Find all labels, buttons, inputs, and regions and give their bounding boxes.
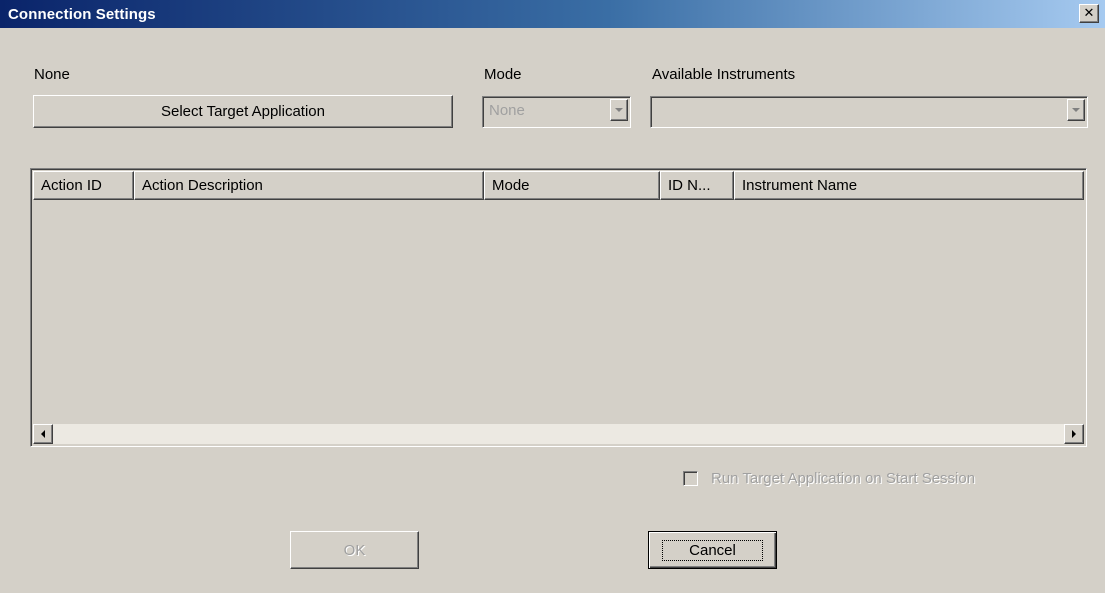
mode-dropdown[interactable]: None bbox=[482, 96, 631, 128]
available-instruments-label: Available Instruments bbox=[652, 66, 796, 83]
cancel-button[interactable]: Cancel bbox=[648, 531, 777, 569]
cancel-button-label: Cancel bbox=[662, 539, 763, 561]
select-target-application-button[interactable]: Select Target Application bbox=[33, 95, 453, 128]
select-target-application-label: Select Target Application bbox=[161, 103, 325, 120]
available-instruments-dropdown[interactable] bbox=[650, 96, 1088, 128]
column-header-action-id[interactable]: Action ID bbox=[33, 171, 134, 200]
mode-label: Mode bbox=[484, 66, 522, 83]
instruments-dropdown-arrow[interactable] bbox=[1067, 99, 1085, 121]
run-on-start-checkbox[interactable] bbox=[683, 471, 698, 486]
ok-button-label: OK bbox=[343, 541, 366, 559]
column-header-mode[interactable]: Mode bbox=[484, 171, 660, 200]
close-icon: ✕ bbox=[1083, 6, 1095, 21]
mode-dropdown-arrow[interactable] bbox=[610, 99, 628, 121]
target-application-label: None bbox=[34, 66, 70, 83]
horizontal-scrollbar[interactable] bbox=[33, 424, 1084, 444]
run-on-start-option[interactable]: Run Target Application on Start Session bbox=[683, 470, 975, 487]
arrow-right-icon bbox=[1072, 430, 1076, 438]
column-header-action-description[interactable]: Action Description bbox=[134, 171, 484, 200]
arrow-left-icon bbox=[41, 430, 45, 438]
actions-table[interactable]: Action ID Action Description Mode ID N..… bbox=[30, 168, 1087, 447]
close-button[interactable]: ✕ bbox=[1079, 4, 1099, 23]
scroll-left-button[interactable] bbox=[33, 424, 53, 444]
chevron-down-icon bbox=[615, 108, 623, 112]
mode-selected-value: None bbox=[489, 102, 525, 119]
ok-button[interactable]: OK bbox=[290, 531, 419, 569]
column-header-instrument-name[interactable]: Instrument Name bbox=[734, 171, 1084, 200]
title-bar[interactable]: Connection Settings ✕ bbox=[0, 0, 1105, 28]
table-header: Action ID Action Description Mode ID N..… bbox=[33, 171, 1084, 200]
chevron-down-icon bbox=[1072, 108, 1080, 112]
scroll-right-button[interactable] bbox=[1064, 424, 1084, 444]
window-title: Connection Settings bbox=[8, 5, 156, 23]
run-on-start-label: Run Target Application on Start Session bbox=[711, 470, 976, 487]
column-header-id-n[interactable]: ID N... bbox=[660, 171, 734, 200]
